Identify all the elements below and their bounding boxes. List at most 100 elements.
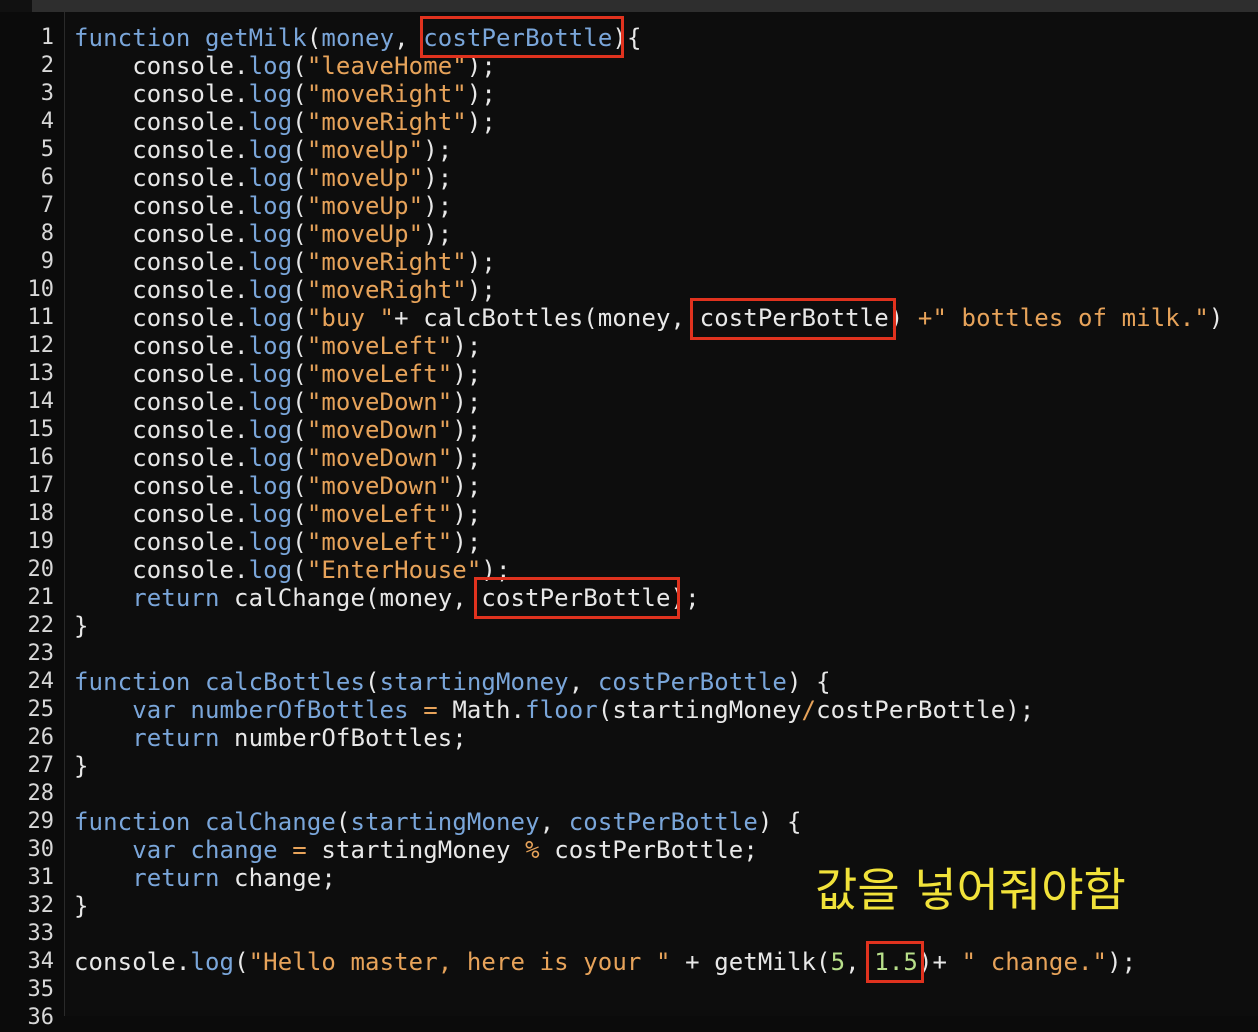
line-number: 31	[27, 865, 55, 890]
code-token: console.	[74, 332, 249, 360]
code-line[interactable]: 35	[0, 976, 1258, 1004]
code-line[interactable]: 3 console.log("moveRight");	[0, 80, 1258, 108]
code-text: console.log("moveRight");	[74, 276, 496, 304]
code-token: /	[801, 696, 817, 724]
code-line[interactable]: 33	[0, 920, 1258, 948]
editor-top-bar	[0, 0, 1258, 12]
code-line[interactable]: 23	[0, 640, 1258, 668]
code-token: return	[132, 584, 220, 612]
code-line[interactable]: 1 function getMilk(money, costPerBottle){	[0, 24, 1258, 52]
code-token: console.	[74, 52, 249, 80]
code-token: money	[321, 24, 395, 52]
code-token: );	[423, 164, 453, 192]
code-token: "moveRight"	[306, 108, 467, 136]
code-token: (	[292, 136, 307, 164]
horizontal-scrollbar[interactable]	[32, 0, 1258, 12]
line-number: 10	[27, 277, 55, 302]
code-token: );	[423, 192, 453, 220]
code-line[interactable]: 19 console.log("moveLeft");	[0, 528, 1258, 556]
code-token: console.	[74, 136, 249, 164]
code-token: console.	[74, 108, 249, 136]
code-line[interactable]: 36	[0, 1004, 1258, 1032]
code-token: log	[248, 248, 293, 276]
code-token: )	[1208, 304, 1224, 332]
code-text: }	[74, 752, 89, 780]
line-number: 12	[27, 333, 55, 358]
code-token: " bottles of milk."	[932, 304, 1209, 332]
code-line[interactable]: 6 console.log("moveUp");	[0, 164, 1258, 192]
code-text: }	[74, 892, 89, 920]
code-token: (	[292, 164, 307, 192]
code-token: (	[335, 808, 351, 836]
code-text: console.log("moveRight");	[74, 80, 496, 108]
code-token: );	[466, 276, 496, 304]
code-line[interactable]: 27}	[0, 752, 1258, 780]
line-number: 25	[27, 697, 55, 722]
code-token: =	[292, 836, 307, 864]
code-line[interactable]: 13 console.log("moveLeft");	[0, 360, 1258, 388]
code-token: (	[292, 192, 307, 220]
code-text: console.log("moveDown");	[74, 416, 481, 444]
line-number: 5	[40, 137, 54, 162]
code-token: log	[248, 500, 293, 528]
line-number: 30	[27, 837, 55, 862]
code-token: (	[292, 108, 307, 136]
code-token: log	[248, 416, 293, 444]
code-line[interactable]: 14 console.log("moveDown");	[0, 388, 1258, 416]
code-line[interactable]: 8 console.log("moveUp");	[0, 220, 1258, 248]
code-token: ) {	[786, 668, 831, 696]
code-token: console.	[74, 556, 249, 584]
code-token: log	[248, 556, 293, 584]
code-line[interactable]: 10 console.log("moveRight");	[0, 276, 1258, 304]
code-line[interactable]: 11 console.log("buy "+ calcBottles(money…	[0, 304, 1258, 332]
code-line[interactable]: 26 return numberOfBottles;	[0, 724, 1258, 752]
code-line[interactable]: 9 console.log("moveRight");	[0, 248, 1258, 276]
code-token: 5	[830, 948, 846, 976]
code-token: log	[248, 276, 293, 304]
code-token: (	[306, 24, 322, 52]
code-text: }	[74, 612, 89, 640]
code-line[interactable]: 18 console.log("moveLeft");	[0, 500, 1258, 528]
code-line[interactable]: 24 function calcBottles(startingMoney, co…	[0, 668, 1258, 696]
highlight-box-param	[420, 16, 624, 58]
code-token: startingMoney	[379, 668, 569, 696]
code-line[interactable]: 34 console.log("Hello master, here is you…	[0, 948, 1258, 976]
code-text: console.log("moveDown");	[74, 444, 481, 472]
code-token: );	[452, 444, 482, 472]
code-line[interactable]: 7 console.log("moveUp");	[0, 192, 1258, 220]
code-line[interactable]: 2 console.log("leaveHome");	[0, 52, 1258, 80]
code-token: calcBottles	[204, 668, 366, 696]
code-line[interactable]: 5 console.log("moveUp");	[0, 136, 1258, 164]
code-line[interactable]: 4 console.log("moveRight");	[0, 108, 1258, 136]
line-number: 28	[27, 781, 55, 806]
code-line[interactable]: 29 function calChange(startingMoney, cost…	[0, 808, 1258, 836]
code-token: console.	[74, 192, 249, 220]
code-line[interactable]: 12 console.log("moveLeft");	[0, 332, 1258, 360]
line-number: 6	[40, 165, 54, 190]
line-number: 23	[27, 641, 55, 666]
code-token: log	[248, 472, 293, 500]
code-token: );	[452, 332, 482, 360]
code-token: log	[248, 136, 293, 164]
code-line[interactable]: 16 console.log("moveDown");	[0, 444, 1258, 472]
code-token: (	[292, 332, 307, 360]
code-token: log	[248, 192, 293, 220]
code-line[interactable]: 28	[0, 780, 1258, 808]
code-line[interactable]: 15 console.log("moveDown");	[0, 416, 1258, 444]
code-token: console.	[74, 304, 249, 332]
code-token: floor	[525, 696, 598, 724]
code-token: (	[292, 556, 307, 584]
code-text: console.log("moveUp");	[74, 164, 452, 192]
code-text: return change;	[74, 864, 336, 892]
code-text: console.log("moveRight");	[74, 108, 496, 136]
code-token: log	[248, 360, 293, 388]
code-token: costPerBottle	[597, 668, 787, 696]
code-line[interactable]: 25 var numberOfBottles = Math.floor(star…	[0, 696, 1258, 724]
code-line[interactable]: 17 console.log("moveDown");	[0, 472, 1258, 500]
code-text: console.log("Hello master, here is your …	[74, 948, 1136, 976]
code-token: " change."	[961, 948, 1108, 976]
